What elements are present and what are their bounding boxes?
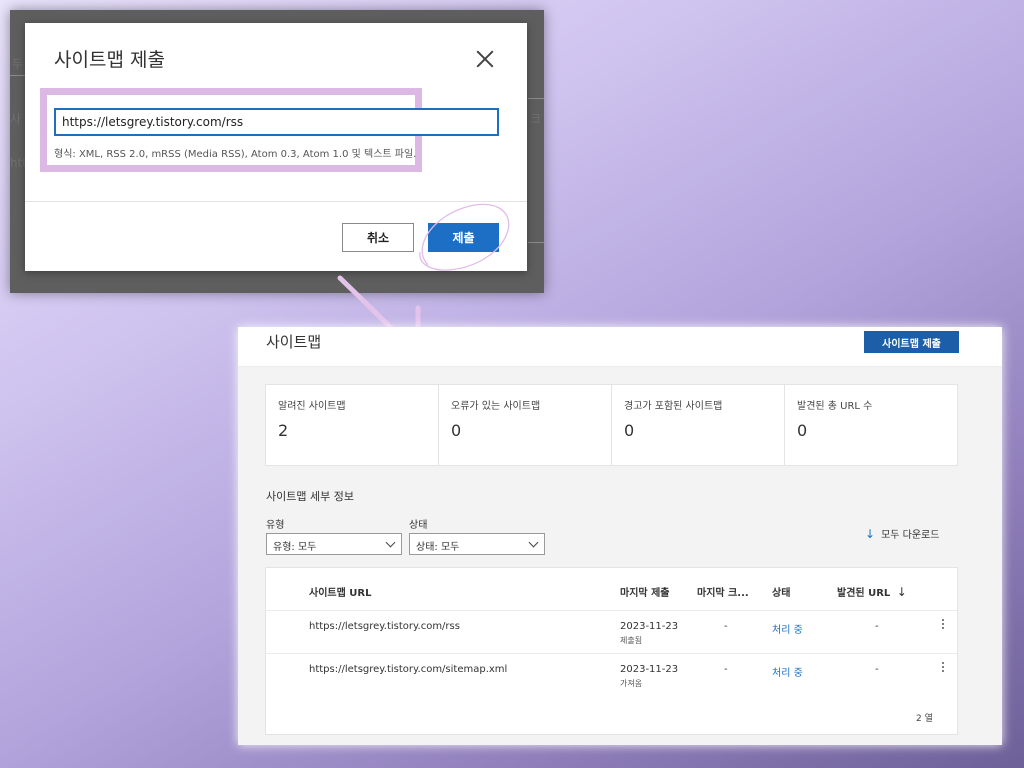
more-options-icon[interactable] — [940, 662, 946, 676]
row-date-sub: 제출됨 — [620, 636, 643, 645]
stat-total-urls: 발견된 총 URL 수 0 — [785, 385, 957, 465]
page-header: 사이트맵 사이트맵 제출 — [238, 327, 1002, 367]
cancel-button[interactable]: 취소 — [342, 223, 414, 252]
stat-value: 2 — [278, 421, 289, 440]
stat-value: 0 — [624, 421, 635, 440]
sitemap-url-input[interactable] — [54, 108, 499, 136]
sort-arrow-icon: ↓ — [896, 585, 907, 599]
row-last-crawl: - — [724, 621, 728, 632]
stat-known-sitemaps: 알려진 사이트맵 2 — [266, 385, 439, 465]
row-found: - — [875, 621, 879, 632]
row-status[interactable]: 처리 중 — [772, 664, 803, 679]
row-last-crawl: - — [724, 664, 728, 675]
type-filter-label: 유형 — [266, 520, 285, 531]
stat-value: 0 — [797, 421, 808, 440]
status-filter-label: 상태 — [409, 520, 428, 531]
details-title: 사이트맵 세부 정보 — [266, 490, 354, 503]
stat-label: 발견된 총 URL 수 — [797, 401, 873, 412]
sitemap-page: 사이트맵 사이트맵 제출 알려진 사이트맵 2 오류가 있는 사이트맵 0 경고… — [238, 327, 1002, 745]
table-row[interactable]: https://letsgrey.tistory.com/sitemap.xml… — [266, 653, 957, 696]
stat-label: 경고가 포함된 사이트맵 — [624, 401, 723, 412]
download-icon: ↓ — [865, 527, 876, 541]
column-header-found-urls[interactable]: 발견된 URL ↓ — [837, 584, 907, 599]
stat-value: 0 — [451, 421, 462, 440]
table-row[interactable]: https://letsgrey.tistory.com/rss 2023-11… — [266, 610, 957, 653]
type-filter-select[interactable]: 유형: 모두 — [266, 533, 402, 555]
status-filter-value: 상태: 모두 — [416, 542, 460, 553]
row-url[interactable]: https://letsgrey.tistory.com/sitemap.xml — [309, 664, 507, 675]
row-status[interactable]: 처리 중 — [772, 621, 803, 636]
dialog-divider — [25, 201, 527, 202]
column-header-found-urls-label: 발견된 URL — [837, 588, 891, 599]
submit-sitemap-dialog: 사이트맵 제출 형식: XML, RSS 2.0, mRSS (Media RS… — [25, 23, 527, 271]
column-header-url[interactable]: 사이트맵 URL — [309, 584, 371, 599]
row-date-sub: 가져옴 — [620, 679, 643, 688]
row-date: 2023-11-23 — [620, 621, 679, 632]
column-header-status[interactable]: 상태 — [772, 584, 790, 599]
background-text-fragment: 사 — [10, 112, 22, 126]
sitemap-table: 사이트맵 URL 마지막 제출 마지막 크... 상태 발견된 URL ↓ ht… — [265, 567, 958, 735]
stat-error-sitemaps: 오류가 있는 사이트맵 0 — [439, 385, 612, 465]
download-all-button[interactable]: ↓ 모두 다운로드 — [865, 526, 939, 541]
column-header-last-crawled[interactable]: 마지막 크... — [697, 584, 749, 599]
dialog-title: 사이트맵 제출 — [54, 49, 165, 71]
chevron-down-icon — [385, 537, 396, 548]
background-text-fragment: 두 — [12, 57, 24, 71]
stat-label: 알려진 사이트맵 — [278, 401, 346, 412]
close-icon[interactable] — [475, 49, 495, 69]
page-title: 사이트맵 — [266, 333, 322, 351]
more-options-icon[interactable] — [940, 619, 946, 633]
column-header-last-submitted[interactable]: 마지막 제출 — [620, 584, 669, 599]
background-text-fragment: 크 — [530, 112, 542, 126]
type-filter-value: 유형: 모두 — [273, 542, 317, 553]
background-divider — [528, 98, 544, 99]
submit-button[interactable]: 제출 — [428, 223, 499, 252]
row-url[interactable]: https://letsgrey.tistory.com/rss — [309, 621, 460, 632]
chevron-down-icon — [528, 537, 539, 548]
row-date: 2023-11-23 — [620, 664, 679, 675]
background-divider — [10, 75, 25, 76]
status-filter-select[interactable]: 상태: 모두 — [409, 533, 545, 555]
row-count: 2 열 — [916, 714, 933, 724]
background-divider — [528, 242, 544, 243]
submit-sitemap-button[interactable]: 사이트맵 제출 — [864, 331, 959, 353]
stats-card: 알려진 사이트맵 2 오류가 있는 사이트맵 0 경고가 포함된 사이트맵 0 … — [265, 384, 958, 466]
row-found: - — [875, 664, 879, 675]
stat-label: 오류가 있는 사이트맵 — [451, 401, 541, 412]
format-hint: 형식: XML, RSS 2.0, mRSS (Media RSS), Atom… — [54, 149, 417, 160]
stat-warning-sitemaps: 경고가 포함된 사이트맵 0 — [612, 385, 785, 465]
download-label: 모두 다운로드 — [881, 530, 940, 541]
